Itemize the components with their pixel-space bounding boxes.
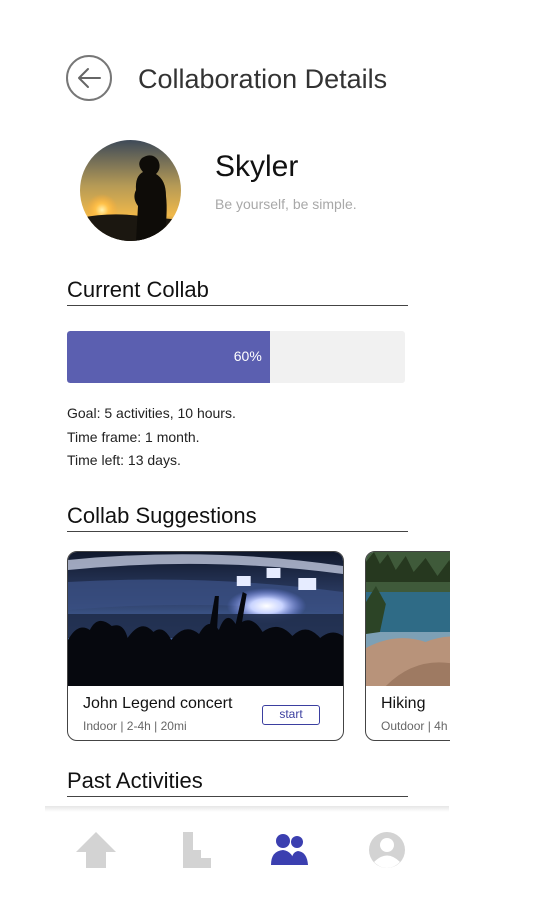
nav-stats[interactable]: [168, 828, 218, 872]
hiking-image: [366, 552, 450, 686]
suggestion-card-hiking[interactable]: Hiking Outdoor | 4h: [365, 551, 450, 741]
nav-profile[interactable]: [362, 828, 412, 872]
profile-name: Skyler: [215, 150, 299, 183]
start-button[interactable]: start: [262, 705, 320, 725]
people-icon: [271, 834, 308, 865]
section-title-current-collab: Current Collab: [67, 277, 209, 302]
nav-home[interactable]: [71, 828, 121, 872]
section-divider: [67, 305, 408, 306]
section-divider: [67, 531, 408, 532]
nav-collab[interactable]: [264, 828, 314, 872]
suggestion-card-meta: Indoor | 2-4h | 20mi: [83, 719, 187, 733]
back-button[interactable]: [66, 55, 112, 101]
profile-bio: Be yourself, be simple.: [215, 196, 357, 212]
arrow-left-icon: [78, 68, 101, 88]
goal-text: Goal: 5 activities, 10 hours.: [67, 405, 236, 421]
section-title-suggestions: Collab Suggestions: [67, 503, 257, 528]
bottom-nav-divider: [45, 806, 449, 812]
progress-bar: 60%: [67, 331, 405, 383]
profile-icon: [369, 832, 405, 868]
home-icon: [76, 832, 116, 868]
suggestion-card-title: Hiking: [381, 695, 426, 712]
section-divider: [67, 796, 408, 797]
concert-image: [68, 552, 343, 686]
suggestion-card-meta: Outdoor | 4h: [381, 719, 448, 733]
suggestion-card-title: John Legend concert: [83, 695, 233, 712]
suggestions-carousel[interactable]: John Legend concert Indoor | 2-4h | 20mi…: [67, 551, 450, 743]
progress-fill: 60%: [67, 331, 270, 383]
section-title-past-activities: Past Activities: [67, 768, 203, 793]
chart-icon: [183, 832, 211, 868]
page-title: Collaboration Details: [138, 64, 388, 94]
suggestion-card-concert[interactable]: John Legend concert Indoor | 2-4h | 20mi…: [67, 551, 344, 741]
progress-label: 60%: [233, 348, 262, 364]
time-left-text: Time left: 13 days.: [67, 452, 181, 468]
avatar: [80, 140, 181, 241]
time-frame-text: Time frame: 1 month.: [67, 429, 200, 445]
